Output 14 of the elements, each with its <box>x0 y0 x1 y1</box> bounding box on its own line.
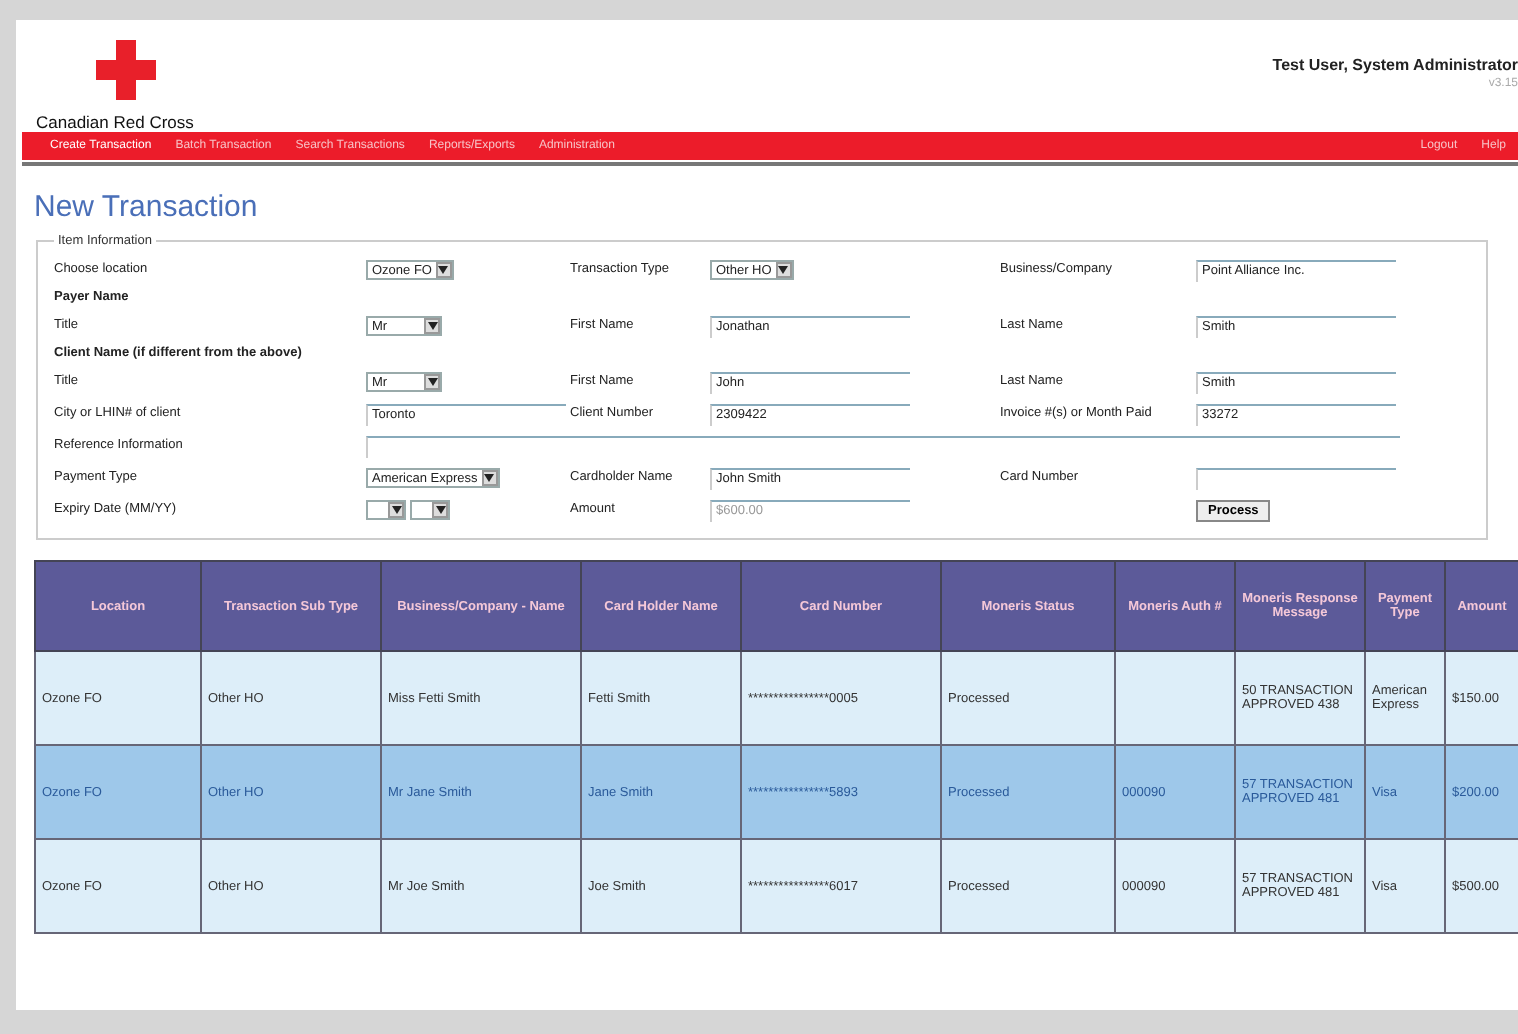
cross-logo-icon <box>96 40 156 100</box>
table-cell <box>1115 651 1235 745</box>
page-title: New Transaction <box>34 190 260 224</box>
dropdown-arrow-icon[interactable] <box>775 262 792 278</box>
dropdown-arrow-icon[interactable] <box>435 262 452 278</box>
user-name: Test User, System Administrator <box>1272 56 1518 74</box>
dropdown-arrow-icon[interactable] <box>432 502 448 518</box>
dropdown[interactable] <box>410 500 450 520</box>
organization-name: Canadian Red Cross <box>36 112 194 132</box>
dropdown-arrow-icon[interactable] <box>388 502 404 518</box>
dropdown-arrow-icon[interactable] <box>481 470 498 486</box>
dropdown-arrow-icon[interactable] <box>424 374 440 390</box>
dropdown[interactable] <box>366 500 406 520</box>
dropdown-arrow-icon[interactable] <box>424 318 440 334</box>
